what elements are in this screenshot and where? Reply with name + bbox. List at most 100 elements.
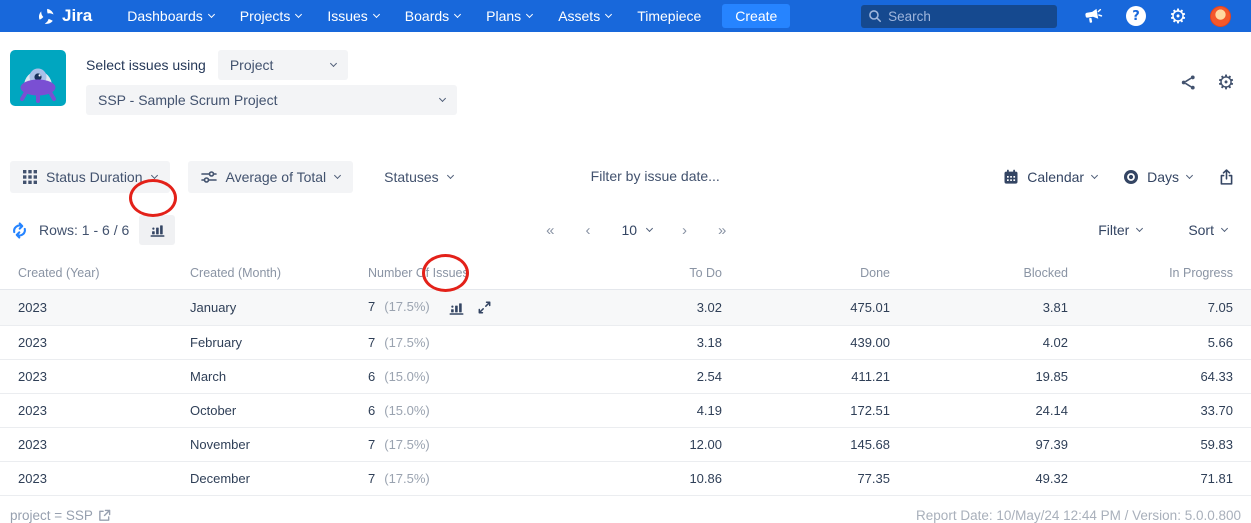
nav-item-assets[interactable]: Assets	[545, 0, 624, 32]
col-header-todo[interactable]: To Do	[568, 260, 722, 290]
project-select[interactable]: SSP - Sample Scrum Project	[86, 85, 457, 115]
refresh-icon[interactable]	[10, 221, 29, 240]
nav-item-issues[interactable]: Issues	[314, 0, 391, 32]
chevron-down-icon	[1136, 224, 1144, 233]
prev-page-button[interactable]: ‹	[585, 222, 591, 239]
col-header-in-progress[interactable]: In Progress	[1068, 260, 1251, 290]
chevron-down-icon	[372, 10, 380, 19]
cell-todo: 10.86	[568, 461, 722, 496]
expand-icon[interactable]	[478, 301, 491, 314]
filter-label: Filter	[1098, 222, 1130, 238]
app-logo-icon	[10, 50, 66, 106]
external-link-icon[interactable]	[98, 509, 111, 522]
nav-menu: Dashboards Projects Issues Boards Plans …	[114, 0, 714, 32]
nav-item-label: Dashboards	[127, 8, 203, 24]
cell-issues: 7 (17.5%)	[368, 325, 568, 360]
cell-issues: 6 (15.0%)	[368, 393, 568, 428]
nav-item-plans[interactable]: Plans	[473, 0, 545, 32]
issue-percent: (17.5%)	[384, 334, 430, 350]
row-chart-button[interactable]	[448, 300, 465, 316]
table-row[interactable]: 2023 November 7 (17.5%) 12.00 145.68 97.3…	[0, 427, 1251, 462]
sort-label: Sort	[1188, 222, 1214, 238]
cell-blocked: 19.85	[890, 359, 1068, 394]
filter-menu[interactable]: Filter	[1098, 222, 1144, 238]
chevron-down-icon	[446, 171, 454, 180]
create-button[interactable]: Create	[722, 4, 791, 28]
search-box[interactable]	[861, 4, 1058, 28]
cell-todo: 3.02	[568, 289, 722, 326]
page-size-value: 10	[621, 222, 638, 238]
cell-in-progress: 59.83	[1068, 427, 1251, 462]
report-type-label: Status Duration	[46, 169, 143, 185]
chevron-down-icon	[150, 171, 158, 180]
cell-in-progress: 5.66	[1068, 325, 1251, 360]
select-issues-label: Select issues using	[86, 57, 206, 73]
settings-gear-icon[interactable]: ⚙	[1217, 70, 1235, 94]
table-row[interactable]: 2023 January 7 (17.5%) 3.02 475.01 3.81 …	[0, 289, 1251, 326]
cell-issues: 7 (17.5%)	[368, 461, 568, 496]
date-filter[interactable]	[590, 168, 791, 186]
issue-percent: (17.5%)	[384, 436, 430, 452]
report-type-button[interactable]: Status Duration	[10, 161, 170, 193]
jira-logo[interactable]: Jira	[38, 6, 92, 26]
calendar-label: Calendar	[1027, 169, 1085, 185]
search-input[interactable]	[888, 8, 1039, 24]
statuses-button[interactable]: Statuses	[371, 161, 465, 193]
col-header-created-year[interactable]: Created (Year)	[0, 260, 190, 290]
announcements-icon[interactable]	[1083, 7, 1103, 26]
calendar-selector[interactable]: Calendar	[1003, 169, 1099, 185]
table-row[interactable]: 2023 March 6 (15.0%) 2.54 411.21 19.85 64…	[0, 359, 1251, 394]
issue-count: 7	[368, 299, 376, 314]
report-footer: project = SSP Report Date: 10/May/24 12:…	[0, 508, 1251, 523]
share-icon[interactable]	[1180, 74, 1197, 91]
next-page-button[interactable]: ›	[682, 222, 688, 239]
chevron-down-icon	[295, 10, 303, 19]
chevron-down-icon	[645, 224, 654, 233]
nav-item-label: Issues	[327, 8, 368, 24]
chevron-down-icon	[334, 171, 342, 180]
chevron-down-icon	[207, 10, 215, 19]
table-row[interactable]: 2023 October 6 (15.0%) 4.19 172.51 24.14 …	[0, 393, 1251, 428]
table-row[interactable]: 2023 February 7 (17.5%) 3.18 439.00 4.02 …	[0, 325, 1251, 360]
cell-in-progress: 7.05	[1068, 289, 1251, 326]
col-header-number-of-issues[interactable]: Number Of Issues	[368, 260, 568, 290]
nav-item-dashboards[interactable]: Dashboards	[114, 0, 227, 32]
chevron-down-icon	[1185, 171, 1194, 180]
nav-item-projects[interactable]: Projects	[227, 0, 315, 32]
cell-blocked: 4.02	[890, 325, 1068, 360]
export-icon[interactable]	[1218, 168, 1235, 186]
issue-count: 6	[368, 368, 376, 384]
app-header: Select issues using Project SSP - Sample…	[0, 32, 1251, 147]
sliders-icon	[200, 171, 217, 183]
col-header-blocked[interactable]: Blocked	[890, 260, 1068, 290]
project-value: SSP - Sample Scrum Project	[98, 92, 278, 108]
nav-item-timepiece[interactable]: Timepiece	[624, 0, 714, 32]
avatar[interactable]	[1210, 5, 1231, 27]
cell-todo: 12.00	[568, 427, 722, 462]
unit-selector[interactable]: Days	[1123, 169, 1194, 185]
cell-blocked: 24.14	[890, 393, 1068, 428]
help-icon[interactable]: ?	[1126, 6, 1147, 26]
chart-view-button[interactable]	[139, 215, 176, 245]
col-header-created-month[interactable]: Created (Month)	[190, 260, 368, 290]
statuses-label: Statuses	[384, 169, 439, 185]
issue-source-select[interactable]: Project	[217, 50, 348, 80]
rows-bar: Rows: 1 - 6 / 6 « ‹ 10 › » Filter Sort	[10, 214, 1241, 246]
cell-done: 172.51	[722, 393, 890, 428]
gear-icon[interactable]: ⚙	[1169, 6, 1187, 26]
cell-month: February	[190, 325, 368, 360]
col-header-done[interactable]: Done	[722, 260, 890, 290]
first-page-button[interactable]: «	[546, 222, 555, 239]
date-filter-input[interactable]	[590, 168, 791, 184]
issue-count: 6	[368, 402, 376, 418]
sort-menu[interactable]: Sort	[1188, 222, 1229, 238]
nav-utilities: ? ⚙	[1083, 5, 1231, 27]
cell-done: 439.00	[722, 325, 890, 360]
last-page-button[interactable]: »	[718, 222, 727, 239]
aggregation-button[interactable]: Average of Total	[187, 161, 354, 193]
chevron-down-icon	[526, 10, 534, 19]
table-row[interactable]: 2023 December 7 (17.5%) 10.86 77.35 49.32…	[0, 461, 1251, 496]
nav-item-boards[interactable]: Boards	[392, 0, 473, 32]
page-size-select[interactable]: 10	[621, 222, 654, 238]
unit-label: Days	[1147, 169, 1179, 185]
